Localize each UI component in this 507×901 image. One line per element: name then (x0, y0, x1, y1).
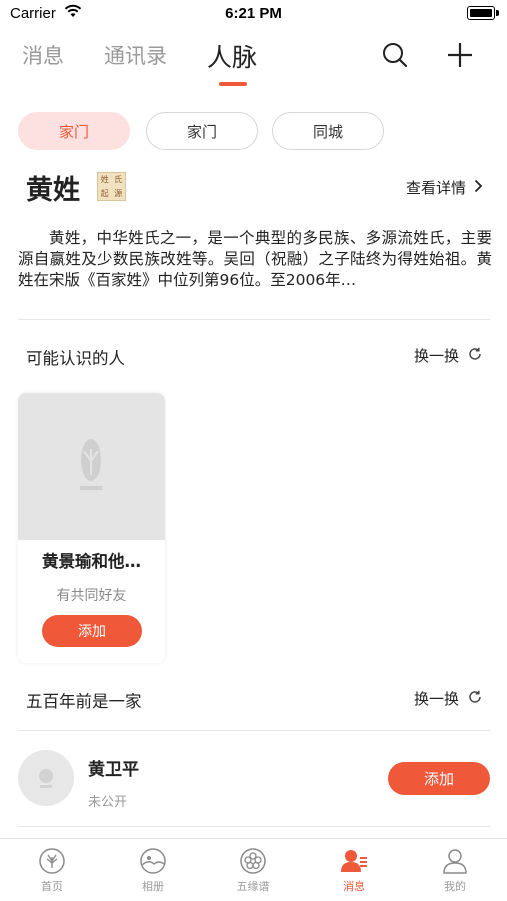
nav-album[interactable]: 相册 (118, 847, 188, 894)
hand-icon (39, 848, 65, 874)
same-family-title: 五百年前是一家 (26, 692, 142, 711)
refresh-label: 换一换 (413, 690, 459, 708)
tab-contacts[interactable]: 通讯录 (104, 40, 167, 70)
view-details-link[interactable]: 查看详情 (406, 177, 483, 198)
clock: 6:21 PM (225, 5, 282, 22)
tab-connections[interactable]: 人脉 (207, 38, 257, 74)
surname-title: 黄姓 (26, 175, 80, 206)
nav-me[interactable]: 我的 (420, 847, 490, 894)
nav-label: 相册 (142, 880, 164, 893)
search-icon[interactable] (380, 40, 410, 70)
add-family-member-button[interactable]: 添加 (388, 762, 490, 795)
person-photo-placeholder (18, 393, 165, 540)
nav-messages[interactable]: 消息 (319, 847, 389, 894)
nav-home[interactable]: 首页 (17, 847, 87, 894)
section-divider (18, 826, 490, 827)
battery-icon (467, 6, 499, 20)
person-relation: 有共同好友 (56, 588, 127, 604)
seal-char: 氏 (114, 175, 123, 184)
family-member-status: 未公开 (88, 795, 128, 810)
logo-placeholder-icon (80, 439, 102, 490)
seal-char: 起 (100, 188, 109, 198)
surname-origin-seal[interactable]: 姓 氏 起 源 (97, 172, 126, 201)
people-you-may-know-title: 可能认识的人 (26, 349, 125, 368)
chevron-right-icon (474, 179, 483, 197)
user-icon (443, 849, 467, 874)
flower-icon (240, 848, 266, 874)
add-friend-button[interactable]: 添加 (42, 615, 142, 647)
plus-icon[interactable] (445, 40, 475, 70)
nav-label: 我的 (444, 880, 466, 893)
person-name: 黄景瑜和他… (42, 552, 141, 571)
refresh-family-button[interactable]: 换一换 (414, 688, 483, 709)
album-icon (140, 848, 166, 874)
nav-label: 首页 (41, 880, 63, 893)
view-details-label: 查看详情 (405, 179, 466, 197)
avatar[interactable] (18, 750, 74, 806)
refresh-icon (467, 689, 483, 709)
nav-label: 五缘谱 (236, 880, 270, 893)
tab-messages[interactable]: 消息 (22, 40, 64, 70)
seal-char: 源 (114, 188, 123, 198)
seal-char: 姓 (100, 175, 109, 184)
nav-label: 消息 (343, 880, 365, 893)
family-member-name: 黄卫平 (88, 760, 139, 780)
bottom-nav: 首页 相册 五缘谱 消息 我的 (0, 838, 507, 901)
refresh-icon (467, 346, 483, 366)
avatar-placeholder-icon (39, 769, 53, 788)
person-card[interactable]: 黄景瑜和他… 有共同好友 添加 (18, 393, 165, 663)
refresh-label: 换一换 (413, 347, 459, 365)
chip-clan[interactable]: 家门 (18, 112, 130, 150)
nav-five-ties[interactable]: 五缘谱 (218, 847, 288, 894)
surname-description: 黄姓，中华姓氏之一，是一个典型的多民族、多源流姓氏，主要源自嬴姓及少数民族改姓等… (18, 229, 492, 289)
status-bar: Carrier 6:21 PM (0, 0, 507, 28)
refresh-people-button[interactable]: 换一换 (414, 345, 483, 366)
active-tab-indicator (219, 82, 247, 86)
contacts-icon (341, 850, 367, 872)
chip-same-city[interactable]: 同城 (272, 112, 384, 150)
section-divider (18, 730, 490, 731)
chip-clan-2[interactable]: 家门 (146, 112, 258, 150)
section-divider (18, 319, 490, 320)
